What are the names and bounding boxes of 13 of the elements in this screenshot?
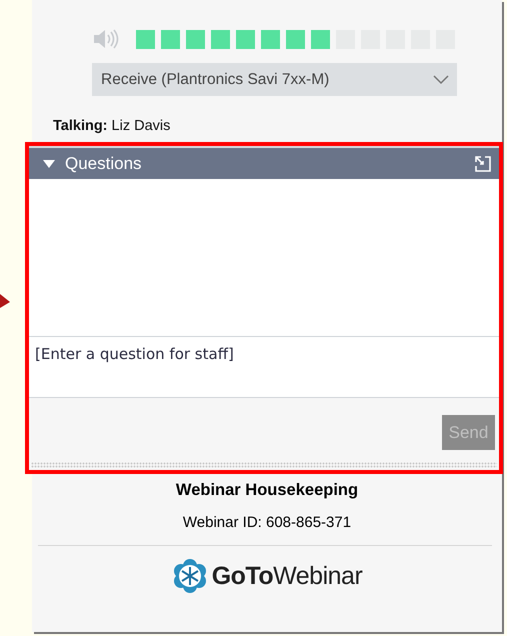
- logo-icon: [172, 558, 208, 594]
- webinar-title: Webinar Housekeeping: [176, 481, 358, 499]
- question-input-field[interactable]: [Enter a question for staff]: [29, 336, 499, 398]
- panel-title: Questions: [65, 154, 143, 174]
- talking-label: Talking:: [53, 118, 108, 134]
- webinar-id: Webinar ID: 608-865-371: [182, 514, 352, 531]
- logo-text: GoToWebinar: [212, 562, 362, 590]
- popout-icon[interactable]: [475, 156, 491, 172]
- speaker-name: Liz Davis: [112, 118, 170, 134]
- chevron-down-icon: [433, 74, 449, 84]
- collapse-triangle-icon[interactable]: [43, 158, 55, 168]
- arrow-icon: [0, 294, 10, 310]
- audio-device-dropdown[interactable]: Receive (Plantronics Savi 7xx-M): [92, 63, 457, 96]
